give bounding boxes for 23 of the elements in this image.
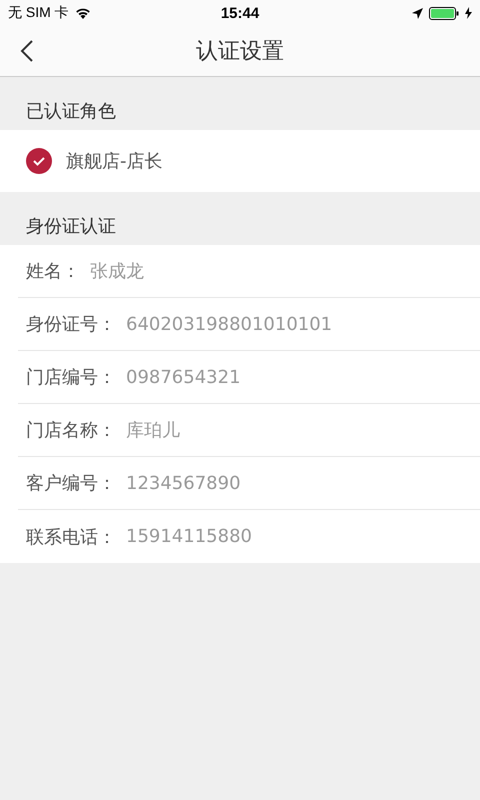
field-label: 联系电话： <box>26 526 116 548</box>
carrier-text: 无 SIM 卡 <box>8 4 69 22</box>
field-value: 库珀儿 <box>126 419 180 442</box>
field-label: 门店编号： <box>26 366 116 389</box>
field-value: 640203198801010101 <box>126 314 332 334</box>
wifi-icon <box>74 7 91 19</box>
field-label: 门店名称： <box>26 419 116 442</box>
field-value: 0987654321 <box>126 366 241 388</box>
field-label: 身份证号： <box>26 313 116 336</box>
field-value: 15914115880 <box>126 526 252 547</box>
role-name: 旗舰店-店长 <box>66 150 162 173</box>
location-arrow-icon <box>412 8 423 18</box>
field-value: 1234567890 <box>126 472 241 494</box>
field-value: 张成龙 <box>90 260 144 283</box>
charging-bolt-icon <box>465 7 472 19</box>
page-title: 认证设置 <box>196 38 284 66</box>
field-label: 姓名： <box>26 260 80 283</box>
clock-text: 15:44 <box>220 4 260 22</box>
section-title: 身份证认证 <box>26 215 116 238</box>
back-button[interactable] <box>20 39 34 63</box>
section-title: 已认证角色 <box>26 100 116 123</box>
field-label: 客户编号： <box>26 472 116 495</box>
battery-icon <box>429 6 459 20</box>
